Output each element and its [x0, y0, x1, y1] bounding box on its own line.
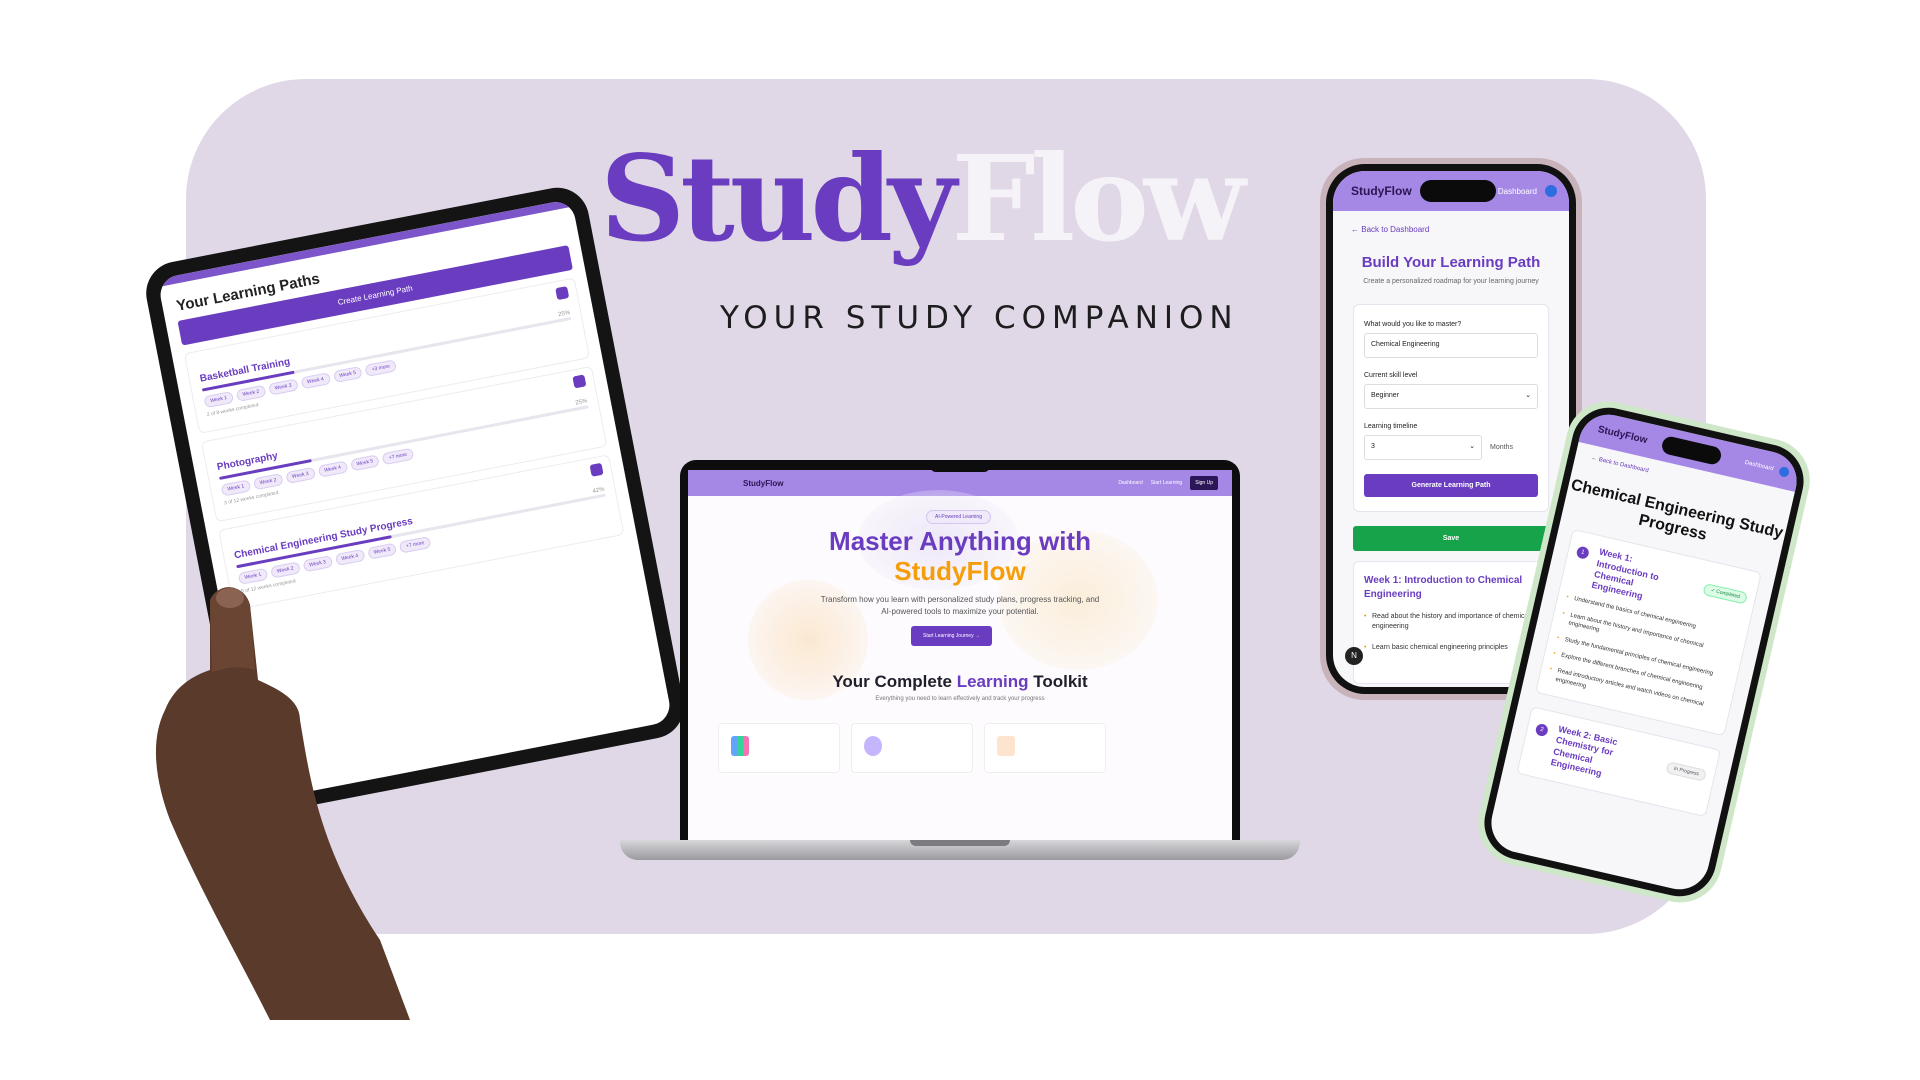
toolkit-subtitle: Everything you need to learn effectively… — [875, 696, 1045, 702]
dynamic-island — [1420, 180, 1496, 202]
nav-link-dashboard[interactable]: Dashboard — [1744, 460, 1774, 472]
feature-card[interactable] — [984, 723, 1106, 773]
timeline-row: 3 ⌄ Months — [1364, 430, 1538, 460]
brand-header: StudyFlow YOUR STUDY COMPANION — [600, 140, 1300, 337]
hero-description: Transform how you learn with personalize… — [820, 595, 1100, 616]
week-card[interactable]: 1 Week 1: Introduction to Chemical Engin… — [1535, 529, 1762, 737]
week-number: 2 — [1534, 722, 1550, 738]
back-to-dashboard-link[interactable]: ← Back to Dashboard — [1351, 225, 1569, 234]
chevron-down-icon: ⌄ — [1469, 442, 1475, 450]
sign-up-button[interactable]: Sign Up — [1190, 476, 1218, 490]
timeline-select[interactable]: 3 ⌄ — [1364, 434, 1482, 460]
laptop-mockup: StudyFlow Dashboard Start Learning Sign … — [620, 460, 1300, 860]
timeline-label: Learning timeline — [1364, 422, 1418, 430]
week-chip[interactable]: Week 2 — [235, 384, 267, 402]
more-weeks-chip[interactable]: +3 more — [364, 359, 397, 377]
notes-icon — [997, 736, 1015, 756]
week-chip[interactable]: Week 3 — [285, 466, 316, 485]
learning-path-form: What would you like to master? Chemical … — [1353, 303, 1549, 512]
more-weeks-chip[interactable]: +7 more — [399, 535, 432, 554]
week-chip[interactable]: Week 5 — [366, 542, 398, 560]
skill-label: Current skill level — [1364, 371, 1418, 379]
skill-value: Beginner — [1371, 391, 1400, 399]
brand-tagline: YOUR STUDY COMPANION — [720, 300, 1239, 336]
timeline-unit: Months — [1490, 443, 1513, 451]
toolkit-heading-post: Toolkit — [1028, 672, 1088, 691]
timeline-value: 3 — [1371, 442, 1375, 450]
laptop-bezel: StudyFlow Dashboard Start Learning Sign … — [680, 460, 1240, 840]
laptop-screen: StudyFlow Dashboard Start Learning Sign … — [688, 470, 1232, 840]
hero-title: Master Anything with — [829, 526, 1091, 556]
arrow-left-icon: ← — [1351, 225, 1362, 234]
week-chip[interactable]: Week 4 — [317, 460, 348, 478]
nav-brand[interactable]: StudyFlow — [743, 479, 783, 488]
delete-icon[interactable] — [555, 286, 570, 301]
generate-learning-path-button[interactable]: Generate Learning Path — [1364, 473, 1538, 497]
delete-icon[interactable] — [589, 462, 604, 477]
status-badge[interactable]: In Progress — [1665, 761, 1707, 783]
brand-logo-part2: Flow — [951, 129, 1246, 268]
page-title: Build Your Learning Path — [1361, 254, 1541, 271]
skill-select[interactable]: Beginner ⌄ — [1364, 383, 1538, 409]
week-number: 1 — [1575, 545, 1590, 561]
nav-link-start-learning[interactable]: Start Learning — [1151, 480, 1182, 486]
week-chip[interactable]: Week 3 — [267, 378, 299, 396]
toolkit-heading: Your Complete Learning Toolkit — [688, 672, 1232, 692]
week-title: Week 1: Introduction to Chemical Enginee… — [1364, 574, 1523, 600]
week-chip[interactable]: Week 2 — [252, 473, 284, 491]
toolkit-heading-accent: Learning — [956, 672, 1029, 691]
brand-logo: StudyFlow — [600, 140, 1300, 258]
week-chip[interactable]: Week 5 — [332, 365, 364, 384]
week-item: Learn basic chemical engineering princip… — [1364, 643, 1538, 654]
chart-icon — [731, 736, 749, 756]
avatar[interactable] — [1778, 465, 1791, 478]
hand-illustration — [155, 587, 410, 1020]
week-title: Week 2: Basic Chemistry for Chemical Eng… — [1549, 723, 1619, 779]
nav-link-dashboard[interactable]: Dashboard — [1118, 480, 1142, 486]
feature-card[interactable] — [851, 723, 973, 773]
week-chip[interactable]: Week 1 — [203, 390, 234, 409]
toolkit-heading-pre: Your Complete — [832, 672, 957, 691]
ai-badge: AI-Powered Learning — [926, 510, 991, 524]
chevron-down-icon: ⌄ — [1525, 391, 1531, 399]
week-chip[interactable]: Week 5 — [349, 454, 381, 472]
save-button[interactable]: Save — [1353, 525, 1549, 551]
hero-title-accent: StudyFlow — [894, 556, 1026, 586]
week-chip[interactable]: Week 1 — [220, 479, 252, 497]
start-learning-button[interactable]: Start Learning Journey → — [911, 626, 992, 646]
feature-card[interactable] — [718, 723, 840, 773]
avatar[interactable] — [1545, 185, 1557, 197]
laptop-hinge — [910, 840, 1010, 846]
delete-icon[interactable] — [572, 374, 587, 389]
nav-brand[interactable]: StudyFlow — [1351, 184, 1412, 198]
n-badge-icon[interactable]: N — [1345, 647, 1363, 665]
back-label: Back to Dashboard — [1598, 456, 1650, 475]
laptop-notch — [930, 460, 990, 472]
week-title: Week 1: Introduction to Chemical Enginee… — [1590, 546, 1660, 602]
more-weeks-chip[interactable]: +7 more — [381, 447, 415, 466]
robot-icon — [864, 736, 882, 756]
week-item: Read about the history and importance of… — [1364, 612, 1538, 633]
week-chip[interactable]: Week 4 — [300, 372, 331, 390]
nav-links: Dashboard Start Learning Sign Up — [1118, 476, 1218, 490]
stage: StudyFlow YOUR STUDY COMPANION Your Lear… — [0, 0, 1920, 1080]
nav-link-dashboard[interactable]: Dashboard — [1498, 187, 1537, 196]
master-label: What would you like to master? — [1364, 320, 1462, 328]
nav-brand[interactable]: StudyFlow — [1597, 424, 1649, 446]
back-label: Back to Dashboard — [1361, 225, 1430, 234]
status-badge[interactable]: ✓ Completed — [1702, 583, 1748, 605]
page-subtitle: Create a personalized roadmap for your l… — [1363, 278, 1539, 285]
master-input[interactable]: Chemical Engineering — [1364, 332, 1538, 358]
